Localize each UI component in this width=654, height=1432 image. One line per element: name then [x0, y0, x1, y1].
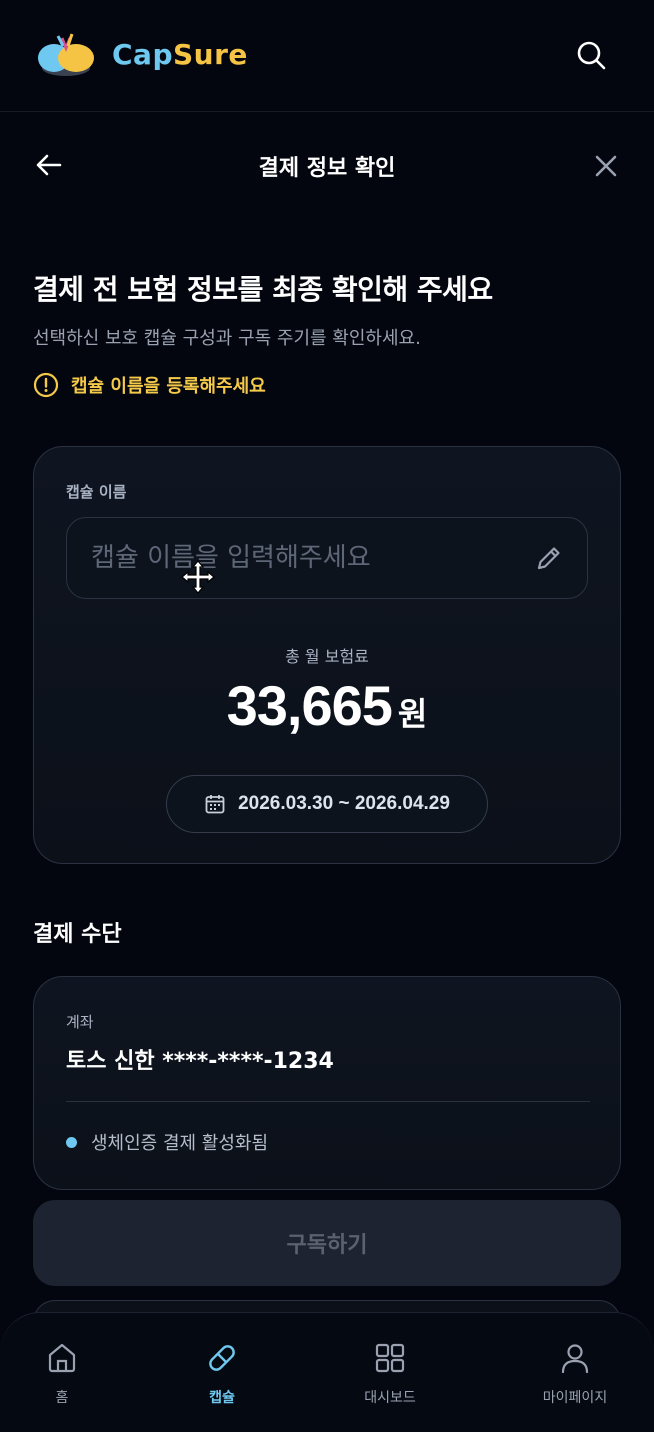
warning-icon: [33, 372, 59, 398]
nav-item-dashboard[interactable]: 대시보드: [330, 1341, 450, 1407]
page-title: 결제 정보 확인: [258, 156, 396, 181]
pencil-icon[interactable]: [533, 542, 565, 574]
premium-value: 33,665: [226, 674, 393, 737]
headline: 결제 전 보험 정보를 최종 확인해 주세요: [33, 273, 493, 306]
calendar-icon: [205, 795, 225, 814]
search-icon[interactable]: [574, 38, 608, 72]
nav-label-home: 홈: [55, 1390, 69, 1406]
home-icon: [48, 1343, 76, 1373]
nav-item-home[interactable]: 홈: [2, 1341, 122, 1407]
brand-sure: Sure: [173, 38, 248, 71]
period-text: 2026.03.30 ~ 2026.04.29: [238, 793, 450, 814]
nav-item-mypage[interactable]: 마이페이지: [515, 1341, 635, 1407]
user-icon: [561, 1344, 589, 1374]
warning-message: 캡슐 이름을 등록해주세요: [33, 372, 266, 398]
biometric-status-text: 생체인증 결제 활성화됨: [91, 1133, 269, 1154]
premium-unit: 원: [397, 695, 428, 733]
app-header: CapSure: [0, 0, 654, 112]
coverage-period: 2026.03.30 ~ 2026.04.29: [166, 775, 488, 833]
payment-section-title: 결제 수단: [33, 922, 122, 947]
capsule-name-field: [66, 517, 588, 599]
nav-item-capsule[interactable]: 캡슐: [162, 1341, 282, 1407]
capsure-logo: [38, 33, 94, 76]
payment-account: 토스 신한 ****-****-1234: [66, 1049, 334, 1074]
premium-amount: 33,665 원: [34, 673, 620, 738]
nav-label-dashboard: 대시보드: [364, 1390, 416, 1406]
biometric-status: 생체인증 결제 활성화됨: [66, 1129, 268, 1155]
capsule-name-input[interactable]: [91, 518, 521, 598]
divider: [66, 1101, 590, 1102]
bottom-navigation: 홈 캡슐 대시보드 마이페이지: [0, 1312, 654, 1432]
status-dot: [66, 1136, 77, 1148]
page-header: 결제 정보 확인: [0, 130, 654, 202]
nav-label-capsule: 캡슐: [209, 1390, 235, 1406]
nav-label-mypage: 마이페이지: [542, 1390, 608, 1406]
brand-name: CapSure: [112, 38, 248, 71]
capsule-summary-card: 캡슐 이름 총 월 보험료 33,665원 2026.03.30 ~ 2026.…: [33, 446, 621, 864]
premium-label: 총 월 보험료: [285, 647, 369, 666]
brand-cap: Cap: [112, 38, 173, 71]
warning-text: 캡슐 이름을 등록해주세요: [71, 376, 266, 397]
dashboard-icon: [375, 1343, 405, 1373]
move-cursor-icon: [181, 560, 215, 594]
payment-type-label: 계좌: [66, 1013, 94, 1031]
payment-method-card[interactable]: 계좌 토스 신한 ****-****-1234 생체인증 결제 활성화됨: [33, 976, 621, 1190]
subtitle: 선택하신 보호 캡슐 구성과 구독 주기를 확인하세요.: [33, 328, 421, 349]
capsule-name-label: 캡슐 이름: [66, 483, 127, 501]
close-icon[interactable]: [592, 152, 620, 180]
subscribe-button[interactable]: 구독하기: [33, 1200, 621, 1286]
pill-icon: [209, 1345, 235, 1371]
